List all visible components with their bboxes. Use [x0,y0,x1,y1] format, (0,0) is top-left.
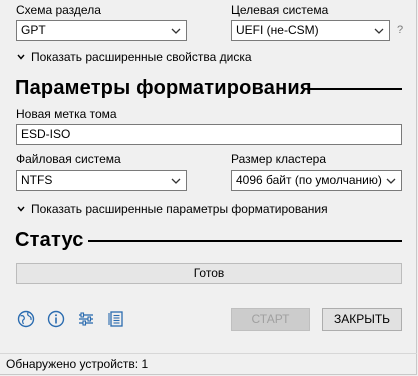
log-icon[interactable] [106,309,126,329]
format-options-divider [307,88,402,90]
partition-scheme-label: Схема раздела [16,3,101,17]
cluster-size-value: 4096 байт (по умолчанию) [236,173,382,187]
globe-icon[interactable] [16,309,36,329]
status-text: Готов [193,266,225,280]
close-button[interactable]: ЗАКРЫТЬ [322,308,402,331]
target-system-label: Целевая система [231,3,329,17]
status-bar: Обнаружено устройств: 1 [0,353,417,375]
file-system-value: NTFS [21,173,53,187]
file-system-label: Файловая система [16,152,121,166]
status-progress-bar: Готов [16,263,402,284]
chevron-down-icon [17,206,25,212]
chevron-down-icon [169,171,183,190]
cluster-size-label: Размер кластера [231,152,327,166]
cluster-size-select[interactable]: 4096 байт (по умолчанию) [231,170,402,191]
chevron-down-icon [169,21,183,40]
info-icon[interactable] [46,309,66,329]
chevron-down-icon [17,54,25,60]
volume-label-label: Новая метка тома [16,107,117,121]
target-system-select[interactable]: UEFI (не-CSM) [231,20,390,41]
settings-sliders-icon[interactable] [76,309,96,329]
device-count-text: Обнаружено устройств: 1 [6,357,149,371]
format-options-heading: Параметры форматирования [15,77,312,99]
advanced-format-options-toggle[interactable]: Показать расширенные параметры форматиро… [17,202,328,216]
start-button[interactable]: СТАРТ [231,308,310,331]
file-system-select[interactable]: NTFS [16,170,187,191]
status-heading: Статус [15,229,84,251]
partition-scheme-value: GPT [21,23,46,37]
volume-label-input[interactable]: ESD-ISO [16,124,402,145]
target-system-value: UEFI (не-CSM) [236,23,319,37]
partition-scheme-select[interactable]: GPT [16,20,187,41]
chevron-down-icon [384,171,398,190]
advanced-format-options-label: Показать расширенные параметры форматиро… [31,202,328,216]
rufus-window: Схема раздела GPT Целевая система UEFI (… [0,0,417,375]
status-divider [88,240,402,242]
chevron-down-icon [372,21,386,40]
target-system-help-icon[interactable]: ? [397,24,403,36]
advanced-drive-properties-label: Показать расширенные свойства диска [31,50,252,64]
advanced-drive-properties-toggle[interactable]: Показать расширенные свойства диска [17,50,252,64]
